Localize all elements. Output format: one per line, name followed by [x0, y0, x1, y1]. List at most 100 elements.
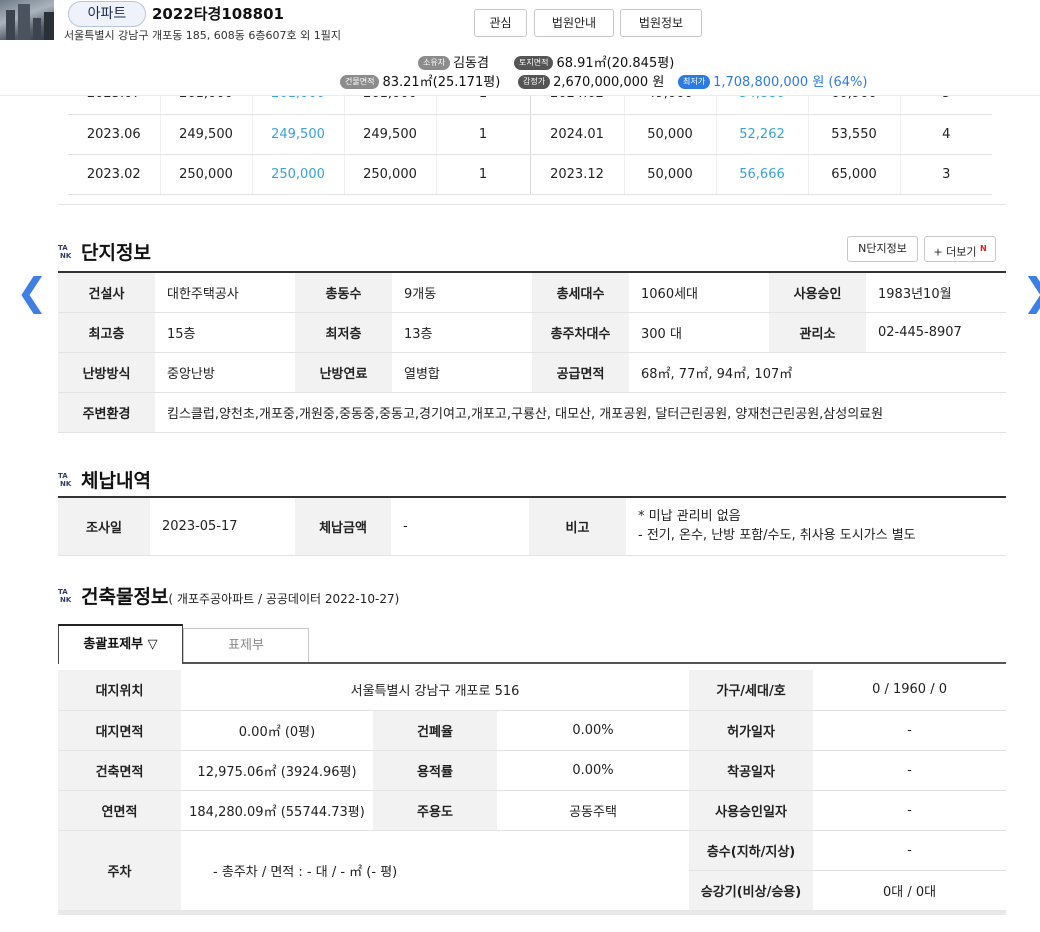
trade-cell: 2023.12 [529, 154, 624, 195]
units-label: 가구/세대/호 [689, 670, 814, 711]
trade-cell: 2024.01 [529, 114, 624, 155]
trade-cell: 50,000 [623, 114, 716, 155]
trade-cell: 53,550 [807, 114, 900, 155]
heating-value: 중앙난방 [155, 352, 295, 393]
min-price-info: 최저가 1,708,800,000 원 (64%) [678, 71, 867, 90]
page-bottom-bar [58, 910, 1006, 915]
heating-label: 난방방식 [58, 352, 155, 393]
note-line: - 전기, 온수, 난방 포함/수도, 취사용 도시가스 별도 [638, 528, 916, 544]
trade-cell: 249,500 [343, 114, 436, 155]
total-area-value: 184,280.09㎡ (55744.73평) [181, 790, 373, 831]
parking-label: 주차 [58, 830, 181, 911]
floors-value: - [813, 830, 1007, 871]
supply-label: 공급면적 [532, 352, 629, 393]
n-complex-info-button[interactable]: N단지정보 [847, 236, 918, 262]
land-area-value: 68.91㎡(20.845평) [556, 56, 675, 71]
start-date-value: - [813, 750, 1007, 791]
office-value: 02-445-8907 [866, 312, 1006, 353]
table-row: 주변환경 킴스클럽,양천초,개포중,개원중,중동중,중동고,경기여고,개포고,구… [58, 392, 1006, 433]
min-price-tag: 최저가 [678, 75, 711, 89]
table-row: 건설사 대한주택공사 총동수 9개동 총세대수 1060세대 사용승인 1983… [58, 272, 1006, 313]
trade-cell: 250,000 [251, 154, 344, 195]
total-area-label: 연면적 [58, 790, 181, 831]
trade-cell: 1 [435, 114, 530, 155]
note-label: 비고 [529, 497, 626, 556]
table-row: 연면적 184,280.09㎡ (55744.73평) 주용도 공동주택 사용승… [58, 790, 1007, 831]
parking-value: 300 대 [629, 312, 769, 353]
environment-label: 주변환경 [58, 392, 155, 433]
property-thumbnail[interactable] [0, 0, 54, 40]
households-value: 1060세대 [629, 272, 769, 313]
supply-value: 68㎡, 77㎡, 94㎡, 107㎡ [629, 352, 1006, 393]
low-floor-value: 13층 [392, 312, 532, 353]
parking-label: 총주차대수 [532, 312, 629, 353]
coverage-ratio-value: 0.00% [497, 710, 690, 751]
approval-label: 사용승인 [769, 272, 866, 313]
table-row: 대지위치 서울특별시 강남구 개포로 516 가구/세대/호 0 / 1960 … [58, 670, 1007, 711]
building-area-label: 건축면적 [58, 750, 181, 791]
trade-cell: 56,666 [715, 154, 808, 195]
fuel-label: 난방연료 [295, 352, 392, 393]
new-badge: N [979, 244, 987, 253]
case-number: 2022타경108801 [152, 5, 284, 23]
appraisal-tag: 감정가 [518, 75, 551, 89]
trade-cell: 249,500 [251, 114, 344, 155]
court-info-button[interactable]: 법원정보 [620, 9, 702, 37]
land-area-info: 토지면적 68.91㎡(20.845평) [514, 52, 674, 71]
start-date-label: 착공일자 [689, 750, 814, 791]
complex-section-title: TA NK 단지정보 [58, 242, 151, 264]
tab-title-section[interactable]: 표제부 [183, 628, 309, 664]
owner-value: 김동겸 [453, 56, 489, 71]
prev-arrow-icon[interactable]: ❮ [16, 272, 48, 312]
tab-underline [58, 662, 1006, 664]
arrears-section-title: TA NK 체납내역 [58, 470, 151, 492]
building-area-value: 12,975.06㎡ (3924.96평) [181, 750, 373, 791]
trades-divider [58, 204, 1006, 205]
survey-date-label: 조사일 [58, 497, 150, 556]
survey-date-value: 2023-05-17 [150, 497, 295, 556]
court-guide-button[interactable]: 법원안내 [534, 9, 614, 37]
next-arrow-icon[interactable]: ❯ [1022, 272, 1040, 312]
owner-info: 소유자 김동겸 [418, 52, 489, 71]
table-row: 주차 - 총주차 / 면적 : - 대 / - ㎡ (- 평) 층수(지하/지상… [58, 830, 1007, 911]
tank-logo-icon: TA NK [58, 588, 72, 604]
more-button[interactable]: + 더보기 N [924, 236, 996, 262]
trade-cell: 3 [899, 154, 992, 195]
site-location-value: 서울특별시 강남구 개포로 516 [181, 670, 690, 711]
property-address: 서울특별시 강남구 개포동 185, 608동 6층607호 외 1필지 [64, 29, 341, 42]
trade-cell: 4 [899, 114, 992, 155]
trade-cell: 250,000 [343, 154, 436, 195]
building-info-table: 대지위치 서울특별시 강남구 개포로 516 가구/세대/호 0 / 1960 … [58, 670, 1007, 911]
building-area-info: 건물면적 83.21㎡(25.171평) [340, 71, 500, 90]
site-area-value: 0.00㎡ (0평) [181, 710, 373, 751]
complex-info-table: 건설사 대한주택공사 총동수 9개동 총세대수 1060세대 사용승인 1983… [58, 271, 1006, 433]
trade-cell: 65,000 [807, 154, 900, 195]
tab-general-title-section[interactable]: 총괄표제부 ▽ [58, 624, 183, 664]
building-area-tag: 건물면적 [340, 75, 380, 89]
office-label: 관리소 [769, 312, 866, 353]
trade-cell: 249,500 [159, 114, 252, 155]
interest-button[interactable]: 관심 [474, 9, 527, 37]
table-row: 2023.06 249,500 249,500 249,500 1 2024.01 50,0… [68, 114, 992, 155]
site-area-label: 대지면적 [58, 710, 181, 751]
top-floor-value: 15층 [155, 312, 295, 353]
table-row: 대지면적 0.00㎡ (0평) 건폐율 0.00% 허가일자 - [58, 710, 1007, 751]
floor-area-ratio-label: 용적률 [373, 750, 497, 791]
table-row: 조사일 2023-05-17 체납금액 - 비고 * 미납 관리비 없음 - 전… [58, 497, 1006, 556]
case-header: 아파트 2022타경108801 서울특별시 강남구 개포동 185, 608동… [0, 0, 1040, 96]
elevator-value: 0대 / 0대 [813, 870, 1007, 911]
floor-area-ratio-value: 0.00% [497, 750, 690, 791]
trade-cell: 2023.06 [68, 114, 160, 155]
table-row: 2023.02 250,000 250,000 250,000 1 2023.12 50,0… [68, 154, 992, 195]
tank-logo-icon: TA NK [58, 472, 72, 488]
builder-value: 대한주택공사 [155, 272, 295, 313]
trade-cell: 1 [435, 154, 530, 195]
site-location-label: 대지위치 [58, 670, 181, 711]
arrears-amount-label: 체납금액 [295, 497, 391, 556]
permit-date-value: - [813, 710, 1007, 751]
appraisal-info: 감정가 2,670,000,000 원 [518, 71, 664, 90]
environment-value: 킴스클럽,양천초,개포중,개원중,중동중,중동고,경기여고,개포고,구룡산, 대… [155, 392, 1006, 433]
trade-cell: 250,000 [159, 154, 252, 195]
elevator-label: 승강기(비상/승용) [689, 870, 814, 911]
top-floor-label: 최고층 [58, 312, 155, 353]
